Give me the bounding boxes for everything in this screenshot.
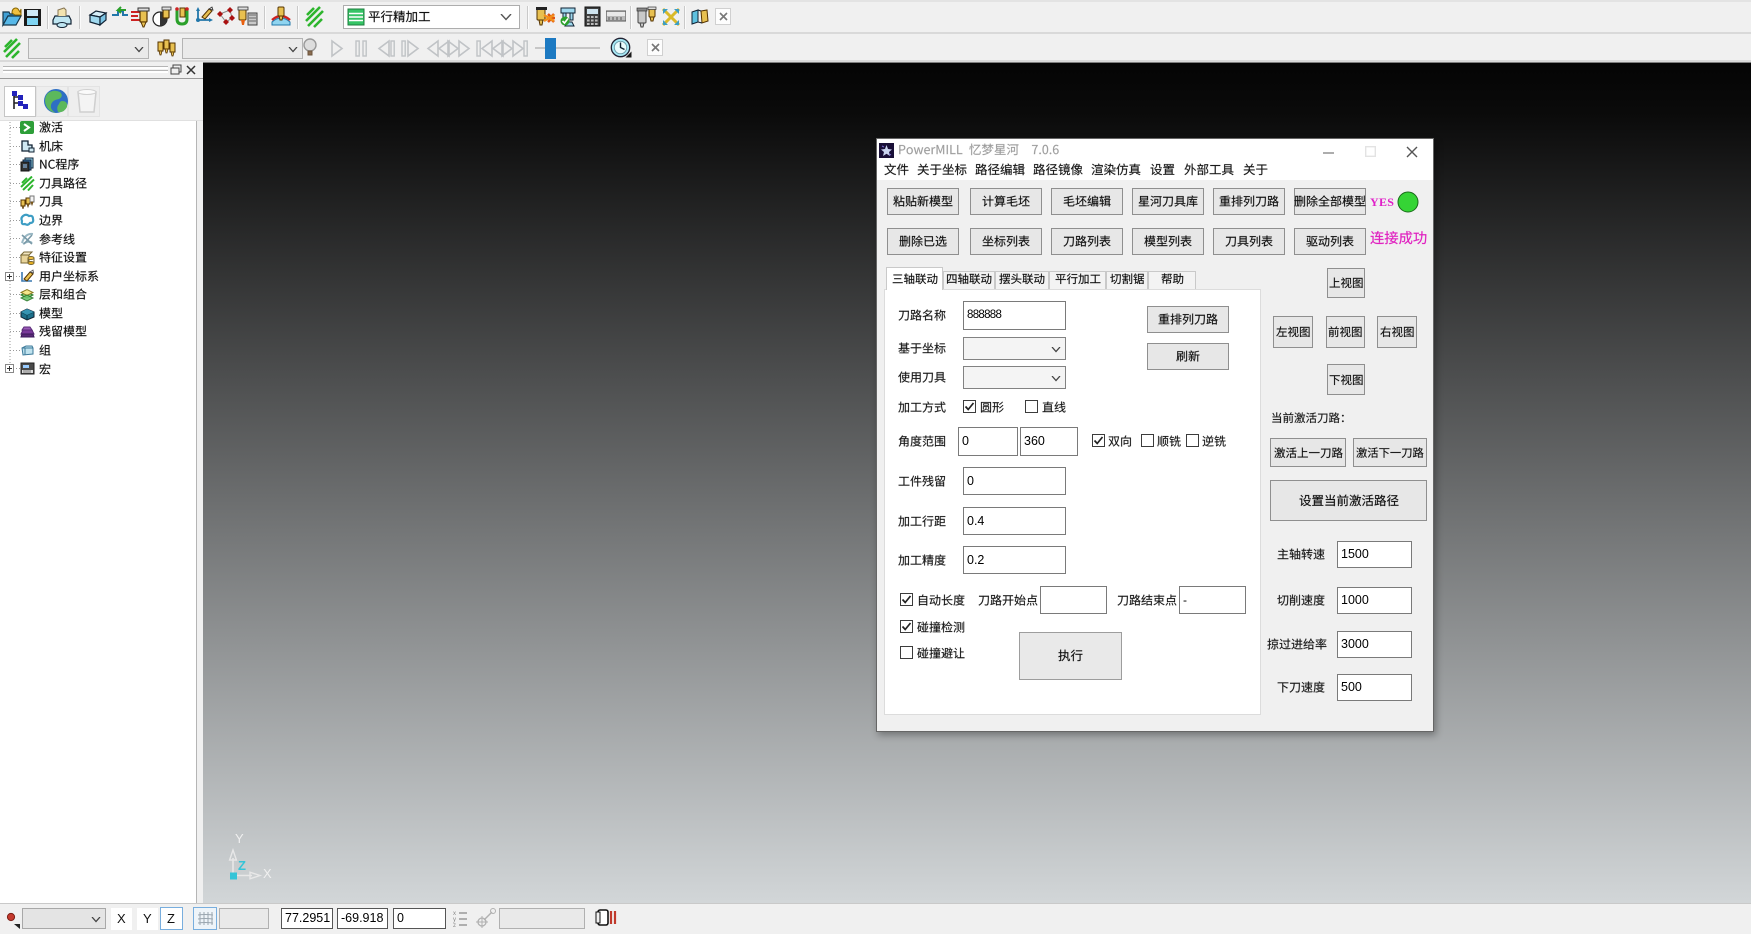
svg-text:Y: Y xyxy=(235,831,244,846)
svg-text:z: z xyxy=(453,923,456,928)
svg-text:Z: Z xyxy=(238,858,246,873)
svg-text:X: X xyxy=(263,866,272,881)
